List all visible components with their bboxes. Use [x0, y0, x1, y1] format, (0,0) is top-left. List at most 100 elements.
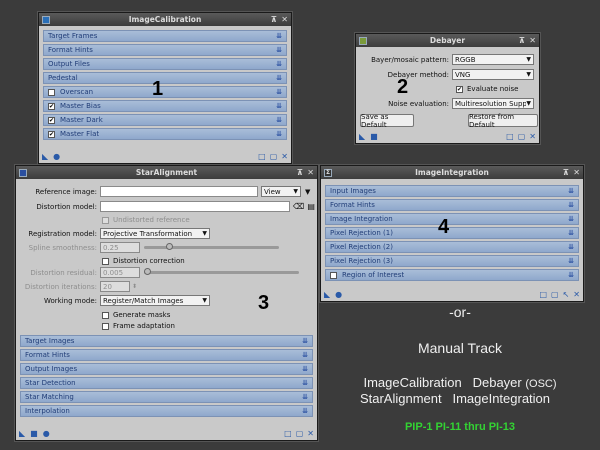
section-header[interactable]: ✔ Master Dark ⇊: [43, 114, 287, 126]
restore-from-default-button[interactable]: Restore from Default: [468, 113, 538, 129]
checkbox-box[interactable]: ✔: [456, 85, 463, 93]
section-checkbox[interactable]: ✔: [48, 116, 55, 124]
expand-chevron-icon[interactable]: ⇊: [302, 337, 308, 345]
section-header[interactable]: Pedestal ⇊: [43, 72, 287, 84]
folder-icon[interactable]: ▤: [307, 202, 315, 211]
expand-chevron-icon[interactable]: ⇊: [568, 215, 574, 223]
close-icon[interactable]: ✕: [281, 15, 288, 24]
new-instance-icon[interactable]: ◣: [42, 152, 48, 161]
bayer-pattern-select[interactable]: RGGB ▼: [452, 54, 534, 65]
checkbox-box[interactable]: [102, 216, 109, 224]
view-select[interactable]: View ▼: [261, 186, 301, 197]
imagecalibration-titlebar[interactable]: ImageCalibration ⊼ ✕: [39, 13, 291, 26]
reference-image-input[interactable]: [100, 186, 258, 197]
section-header[interactable]: Output Files ⇊: [43, 58, 287, 70]
checkbox-box[interactable]: [102, 322, 109, 330]
distortion-model-input[interactable]: [100, 201, 290, 212]
new-instance-icon[interactable]: ◣: [359, 132, 365, 141]
close-icon[interactable]: ✕: [307, 168, 314, 177]
section-header[interactable]: ✔ Master Flat ⇊: [43, 128, 287, 140]
close-icon[interactable]: ✕: [573, 168, 580, 177]
apply-icon[interactable]: ■: [370, 132, 378, 141]
clear-icon[interactable]: ⌫: [293, 202, 304, 211]
working-mode-select[interactable]: Register/Match Images ▼: [100, 295, 210, 306]
apply-icon[interactable]: ■: [30, 429, 38, 438]
expand-icon[interactable]: ✕: [529, 132, 536, 141]
noise-evaluation-select[interactable]: Multiresolution Suppor ▼: [452, 98, 534, 109]
section-header[interactable]: Format Hints ⇊: [325, 199, 579, 211]
expand-icon[interactable]: ✕: [307, 429, 314, 438]
expand-chevron-icon[interactable]: ⇊: [568, 257, 574, 265]
browse-doc-icon[interactable]: □: [539, 290, 547, 299]
distortion-residual-slider[interactable]: [144, 268, 299, 275]
browse-doc-icon[interactable]: □: [258, 152, 266, 161]
undistorted-reference-checkbox[interactable]: Undistorted reference: [102, 216, 190, 224]
section-header[interactable]: Image Integration ⇊: [325, 213, 579, 225]
section-header[interactable]: Pixel Rejection (3) ⇊: [325, 255, 579, 267]
section-header[interactable]: Pixel Rejection (2) ⇊: [325, 241, 579, 253]
debayer-method-select[interactable]: VNG ▼: [452, 69, 534, 80]
evaluate-noise-checkbox[interactable]: ✔ Evaluate noise: [456, 85, 518, 93]
expand-icon[interactable]: ✕: [281, 152, 288, 161]
expand-chevron-icon[interactable]: ⇊: [276, 102, 282, 110]
save-as-default-button[interactable]: Save as Default: [360, 113, 414, 129]
close-icon[interactable]: ✕: [529, 36, 536, 45]
distortion-correction-checkbox[interactable]: Distortion correction: [102, 257, 185, 265]
section-header[interactable]: Input Images ⇊: [325, 185, 579, 197]
shade-icon[interactable]: ⊼: [519, 36, 526, 45]
section-header[interactable]: Star Matching ⇊: [20, 391, 313, 403]
cursor-icon[interactable]: ↖: [563, 290, 570, 299]
generate-masks-checkbox[interactable]: Generate masks: [102, 311, 170, 319]
reset-icon[interactable]: ▢: [518, 132, 526, 141]
expand-chevron-icon[interactable]: ⇊: [276, 60, 282, 68]
debayer-titlebar[interactable]: Debayer ⊼ ✕: [356, 34, 539, 47]
section-header[interactable]: Overscan ⇊: [43, 86, 287, 98]
expand-chevron-icon[interactable]: ⇊: [276, 32, 282, 40]
section-checkbox[interactable]: ✔: [48, 102, 55, 110]
reset-icon[interactable]: ▢: [296, 429, 304, 438]
reset-icon[interactable]: ▢: [270, 152, 278, 161]
section-checkbox[interactable]: [330, 271, 337, 279]
expand-chevron-icon[interactable]: ⇊: [302, 351, 308, 359]
section-header[interactable]: Interpolation ⇊: [20, 405, 313, 417]
registration-model-select[interactable]: Projective Transformation ▼: [100, 228, 210, 239]
spinner-icon[interactable]: ⬍: [132, 283, 137, 290]
shade-icon[interactable]: ⊼: [271, 15, 278, 24]
section-header[interactable]: Region of Interest ⇊: [325, 269, 579, 281]
browse-doc-icon[interactable]: □: [284, 429, 292, 438]
expand-chevron-icon[interactable]: ⇊: [276, 130, 282, 138]
expand-chevron-icon[interactable]: ⇊: [276, 46, 282, 54]
section-header[interactable]: Target Frames ⇊: [43, 30, 287, 42]
section-header[interactable]: Star Detection ⇊: [20, 377, 313, 389]
new-instance-icon[interactable]: ◣: [19, 429, 25, 438]
expand-chevron-icon[interactable]: ⇊: [302, 379, 308, 387]
shade-icon[interactable]: ⊼: [563, 168, 570, 177]
section-checkbox[interactable]: ✔: [48, 130, 55, 138]
section-header[interactable]: Output Images ⇊: [20, 363, 313, 375]
dropdown-arrow-icon[interactable]: ▼: [305, 188, 310, 196]
section-header[interactable]: Target Images ⇊: [20, 335, 313, 347]
slider-knob[interactable]: [166, 243, 173, 250]
new-instance-icon[interactable]: ◣: [324, 290, 330, 299]
section-header[interactable]: Format Hints ⇊: [43, 44, 287, 56]
shade-icon[interactable]: ⊼: [297, 168, 304, 177]
section-checkbox[interactable]: [48, 88, 55, 96]
expand-chevron-icon[interactable]: ⇊: [276, 88, 282, 96]
apply-global-icon[interactable]: ●: [53, 152, 60, 161]
expand-chevron-icon[interactable]: ⇊: [568, 229, 574, 237]
expand-chevron-icon[interactable]: ⇊: [568, 201, 574, 209]
distortion-residual-input[interactable]: 0.005: [100, 267, 140, 278]
apply-global-icon[interactable]: ●: [335, 290, 342, 299]
reset-icon[interactable]: ▢: [551, 290, 559, 299]
checkbox-box[interactable]: [102, 257, 109, 265]
expand-chevron-icon[interactable]: ⇊: [302, 393, 308, 401]
expand-chevron-icon[interactable]: ⇊: [276, 116, 282, 124]
expand-chevron-icon[interactable]: ⇊: [568, 271, 574, 279]
spline-smoothness-input[interactable]: 0.25: [100, 242, 140, 253]
expand-chevron-icon[interactable]: ⇊: [302, 365, 308, 373]
expand-chevron-icon[interactable]: ⇊: [568, 243, 574, 251]
browse-doc-icon[interactable]: □: [506, 132, 514, 141]
checkbox-box[interactable]: [102, 311, 109, 319]
expand-chevron-icon[interactable]: ⇊: [568, 187, 574, 195]
section-header[interactable]: Pixel Rejection (1) ⇊: [325, 227, 579, 239]
